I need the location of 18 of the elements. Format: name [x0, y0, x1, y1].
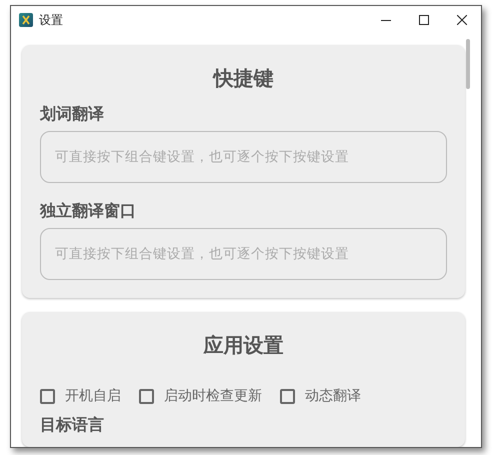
field-label: 划词翻译: [40, 104, 105, 124]
checkbox-label: 开机自启: [65, 387, 121, 406]
checkbox[interactable]: [40, 388, 55, 404]
field-label: 目标语言: [40, 415, 105, 435]
checkbox-label: 动态翻译: [305, 387, 361, 406]
maximize-icon: [419, 15, 429, 25]
checkbox-label: 启动时检查更新: [164, 387, 262, 406]
checkbox[interactable]: [139, 388, 154, 404]
shortcut-input[interactable]: 可直接按下组合键设置，也可逐个按下按键设置: [40, 228, 447, 280]
section-title: 快捷键: [212, 65, 274, 92]
window-title: 设置: [39, 12, 64, 28]
field-label: 独立翻译窗口: [40, 201, 137, 220]
app-icon: [19, 13, 33, 27]
section-title: 应用设置: [202, 332, 284, 360]
close-icon: [457, 15, 467, 25]
scrollbar-thumb[interactable]: [466, 39, 470, 89]
shortcut-input[interactable]: 可直接按下组合键设置，也可逐个按下按键设置: [40, 131, 447, 184]
checkbox[interactable]: [280, 388, 295, 404]
